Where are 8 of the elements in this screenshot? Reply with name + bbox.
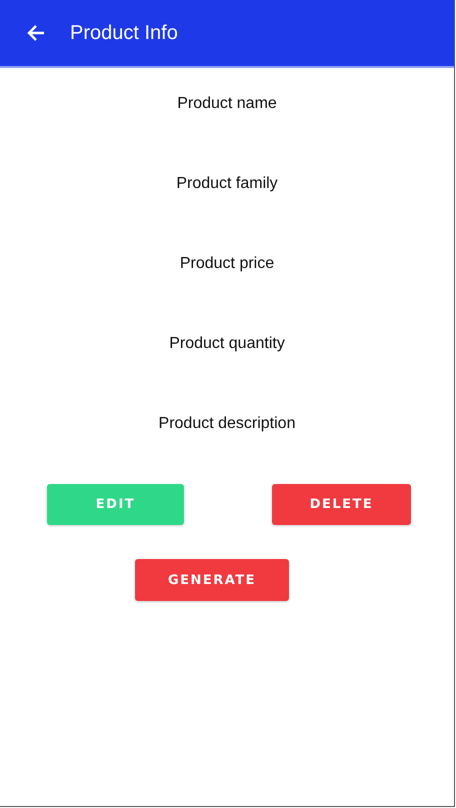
field-label: Product description	[158, 414, 296, 434]
screen-title: Product Info	[70, 22, 178, 44]
field-label: Product price	[180, 254, 274, 274]
field-label: Product quantity	[169, 334, 285, 354]
generate-button[interactable]: GENERATE	[135, 559, 289, 601]
field-label: Product family	[176, 174, 278, 194]
field-label: Product name	[177, 94, 277, 114]
delete-button[interactable]: DELETE	[272, 484, 411, 525]
